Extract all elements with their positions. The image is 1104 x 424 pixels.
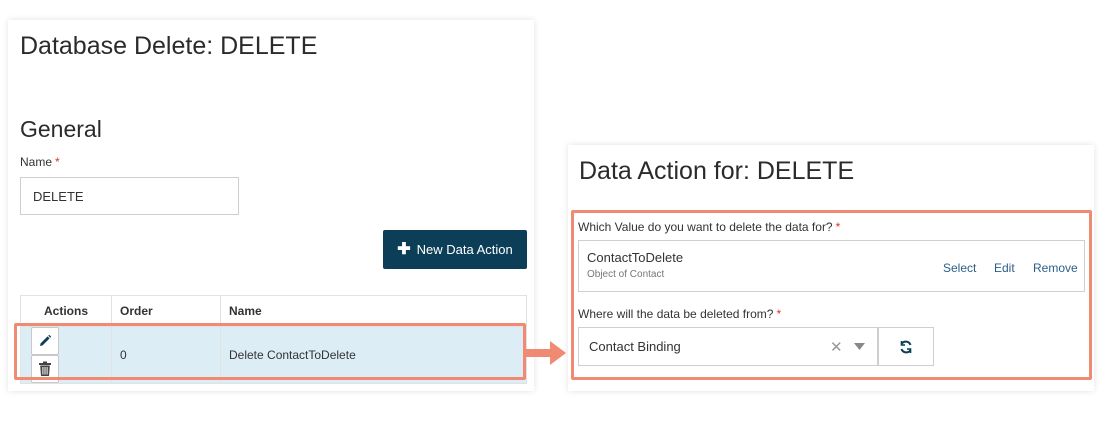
value-question-label: Which Value do you want to delete the da… (578, 220, 840, 234)
select-link[interactable]: Select (943, 261, 976, 275)
edit-link[interactable]: Edit (994, 261, 1015, 275)
table-row[interactable]: 0 Delete ContactToDelete (20, 326, 527, 384)
new-data-action-button[interactable]: ✚ New Data Action (383, 230, 527, 269)
new-data-action-label: New Data Action (416, 242, 513, 257)
required-mark: * (776, 307, 782, 321)
clear-icon[interactable]: ✕ (830, 338, 843, 356)
source-question-label: Where will the data be deleted from? * (578, 307, 781, 321)
name-label-text: Name (20, 155, 53, 169)
header-name: Name (220, 295, 527, 327)
edit-row-button[interactable] (31, 327, 59, 355)
refresh-button[interactable] (878, 327, 934, 366)
data-source-select[interactable]: Contact Binding ✕ (578, 327, 878, 366)
required-mark: * (835, 220, 841, 234)
row-actions-cell (20, 326, 112, 384)
table-header-row: Actions Order Name (20, 295, 527, 327)
name-input[interactable]: DELETE (20, 177, 239, 215)
dropdown-caret-icon[interactable] (854, 343, 865, 350)
header-actions: Actions (20, 295, 112, 327)
pencil-icon (40, 334, 52, 346)
arrow-right-icon (526, 341, 566, 365)
trash-icon (39, 361, 51, 376)
required-mark: * (55, 155, 60, 169)
row-order: 0 (111, 326, 221, 384)
data-source-value: Contact Binding (589, 339, 681, 354)
delete-row-button[interactable] (31, 355, 59, 383)
name-label: Name * (20, 155, 60, 169)
plus-icon: ✚ (397, 240, 411, 258)
header-order: Order (111, 295, 221, 327)
source-question-text: Where will the data be deleted from? (578, 307, 774, 321)
database-delete-panel: Database Delete: DELETE General Name * DE… (8, 20, 534, 391)
data-action-title: Data Action for: DELETE (579, 157, 855, 185)
remove-link[interactable]: Remove (1033, 261, 1078, 275)
value-name: ContactToDelete (587, 250, 684, 265)
value-type: Object of Contact (587, 269, 665, 280)
panel-title: Database Delete: DELETE (20, 32, 318, 60)
data-actions-table: Actions Order Name 0 Delete ContactToDel… (20, 295, 527, 384)
row-name: Delete ContactToDelete (220, 326, 527, 384)
section-title: General (20, 116, 102, 142)
refresh-icon (900, 340, 912, 353)
data-action-panel: Data Action for: DELETE Which Value do y… (568, 145, 1094, 391)
value-question-text: Which Value do you want to delete the da… (578, 220, 833, 234)
value-selector-box: ContactToDelete Object of Contact Select… (578, 240, 1085, 292)
name-input-value: DELETE (33, 188, 84, 204)
